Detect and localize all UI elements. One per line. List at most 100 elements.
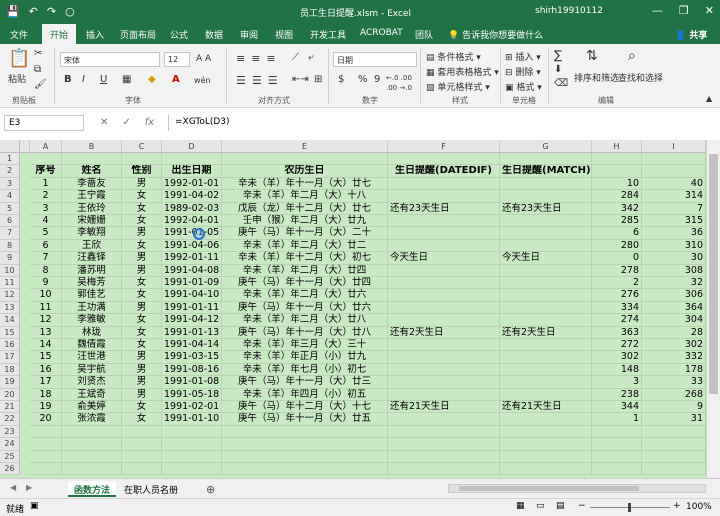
- empty-cell[interactable]: [30, 463, 62, 476]
- column-header[interactable]: D: [162, 140, 222, 153]
- table-cell[interactable]: 148: [592, 363, 642, 377]
- empty-cell[interactable]: [592, 438, 642, 451]
- row-header[interactable]: 9: [0, 252, 20, 265]
- zoom-out-button[interactable]: −: [578, 501, 586, 511]
- merge-center-icon[interactable]: ⊞: [314, 74, 322, 85]
- column-header[interactable]: F: [388, 140, 500, 153]
- table-cell[interactable]: 辛未（羊）年三月（大）三十: [222, 339, 388, 352]
- empty-cell[interactable]: [30, 438, 62, 451]
- table-cell[interactable]: 1992-01-11: [162, 252, 222, 265]
- table-cell[interactable]: [500, 277, 592, 290]
- select-all-corner[interactable]: [0, 140, 20, 153]
- row-header[interactable]: 11: [0, 277, 20, 290]
- table-cell[interactable]: 汪世港: [62, 351, 122, 364]
- table-cell[interactable]: 王欣: [62, 239, 122, 253]
- scrollbar-thumb[interactable]: [709, 154, 718, 394]
- table-cell[interactable]: 9: [642, 401, 706, 414]
- header-cell[interactable]: 姓名: [62, 165, 122, 178]
- empty-cell[interactable]: [642, 425, 706, 439]
- cancel-icon[interactable]: ✕: [100, 117, 108, 128]
- table-cell[interactable]: 1991-01-09: [162, 277, 222, 290]
- table-cell[interactable]: 辛未（羊）年四月（小）初五: [222, 388, 388, 401]
- table-cell[interactable]: 1: [30, 177, 62, 191]
- table-cell[interactable]: 178: [642, 363, 706, 377]
- column-header[interactable]: A: [30, 140, 62, 153]
- table-cell[interactable]: 4: [30, 215, 62, 228]
- table-cell[interactable]: 戊辰（龙）年十二月（大）廿七: [222, 202, 388, 215]
- table-cell[interactable]: 宋姗姗: [62, 215, 122, 228]
- empty-cell[interactable]: [500, 425, 592, 439]
- table-cell[interactable]: 男: [122, 376, 162, 389]
- row-header[interactable]: 15: [0, 326, 20, 339]
- table-cell[interactable]: 238: [592, 388, 642, 401]
- table-cell[interactable]: [500, 351, 592, 364]
- table-cell[interactable]: 1991-03-15: [162, 351, 222, 364]
- column-header[interactable]: H: [592, 140, 642, 153]
- tab-formulas[interactable]: 公式: [170, 28, 188, 41]
- table-cell[interactable]: 2: [592, 277, 642, 290]
- table-cell[interactable]: 还有21天生日: [388, 401, 500, 414]
- table-cell[interactable]: 辛未（羊）年七月（小）初七: [222, 363, 388, 377]
- table-cell[interactable]: 辛未（羊）年二月（大）廿六: [222, 289, 388, 302]
- table-cell[interactable]: 1991-04-14: [162, 339, 222, 352]
- header-cell[interactable]: [592, 165, 642, 178]
- empty-cell[interactable]: [62, 463, 122, 476]
- empty-cell[interactable]: [162, 438, 222, 451]
- table-cell[interactable]: 284: [592, 190, 642, 203]
- table-cell[interactable]: 1991-02-01: [162, 401, 222, 414]
- table-cell[interactable]: 女: [122, 277, 162, 290]
- empty-cell[interactable]: [30, 425, 62, 439]
- table-cell[interactable]: 1991-01-05: [162, 227, 222, 240]
- table-cell[interactable]: 今天生日: [388, 252, 500, 265]
- row-header[interactable]: 2: [0, 165, 20, 178]
- empty-cell[interactable]: [122, 450, 162, 463]
- table-cell[interactable]: 33: [642, 376, 706, 389]
- close-button[interactable]: ✕: [705, 4, 714, 17]
- page-break-view-icon[interactable]: ▤: [556, 501, 565, 511]
- table-cell[interactable]: [388, 239, 500, 253]
- row-header[interactable]: 25: [0, 450, 20, 463]
- column-header[interactable]: C: [122, 140, 162, 153]
- empty-cell[interactable]: [162, 463, 222, 476]
- table-cell[interactable]: 吴梅芳: [62, 277, 122, 290]
- table-cell[interactable]: 30: [642, 252, 706, 265]
- table-cell[interactable]: 268: [642, 388, 706, 401]
- cell-styles-button[interactable]: ▧ 单元格样式 ▾: [426, 80, 490, 93]
- undo-icon[interactable]: ↶: [29, 5, 38, 18]
- table-cell[interactable]: 林珑: [62, 326, 122, 339]
- table-cell[interactable]: 男: [122, 177, 162, 191]
- table-cell[interactable]: 今天生日: [500, 252, 592, 265]
- table-cell[interactable]: [500, 363, 592, 377]
- row-header[interactable]: 5: [0, 202, 20, 215]
- table-cell[interactable]: 辛未（羊）年十一月（大）廿七: [222, 177, 388, 191]
- table-cell[interactable]: 王宁霞: [62, 190, 122, 203]
- table-cell[interactable]: 还有23天生日: [500, 202, 592, 215]
- table-cell[interactable]: 32: [642, 277, 706, 290]
- table-cell[interactable]: 272: [592, 339, 642, 352]
- tab-insert[interactable]: 插入: [86, 28, 104, 41]
- table-cell[interactable]: 女: [122, 314, 162, 327]
- table-cell[interactable]: [388, 363, 500, 377]
- table-cell[interactable]: 庚午（马）年十一月（大）廿三: [222, 376, 388, 389]
- empty-cell[interactable]: [500, 463, 592, 476]
- row-header[interactable]: 26: [0, 463, 20, 476]
- table-cell[interactable]: 女: [122, 190, 162, 203]
- table-cell[interactable]: 3: [30, 202, 62, 215]
- search-icon[interactable]: ⌕: [628, 48, 636, 64]
- table-cell[interactable]: 3: [592, 376, 642, 389]
- empty-cell[interactable]: [642, 463, 706, 476]
- column-header[interactable]: E: [222, 140, 388, 153]
- table-cell[interactable]: 张浓霞: [62, 413, 122, 426]
- table-cell[interactable]: 辛未（羊）年二月（大）廿四: [222, 264, 388, 277]
- fill-icon[interactable]: ⬇: [554, 64, 562, 75]
- table-cell[interactable]: [388, 227, 500, 240]
- insert-cells-button[interactable]: ⊞ 插入 ▾: [505, 50, 541, 63]
- empty-cell[interactable]: [500, 450, 592, 463]
- table-cell[interactable]: 李雅敏: [62, 314, 122, 327]
- name-box[interactable]: E3: [4, 115, 84, 131]
- horizontal-scrollbar[interactable]: [448, 484, 706, 493]
- tab-home[interactable]: 开始: [42, 24, 77, 44]
- tab-review[interactable]: 审阅: [240, 28, 258, 41]
- bold-button[interactable]: B: [64, 74, 72, 85]
- table-cell[interactable]: 310: [642, 239, 706, 253]
